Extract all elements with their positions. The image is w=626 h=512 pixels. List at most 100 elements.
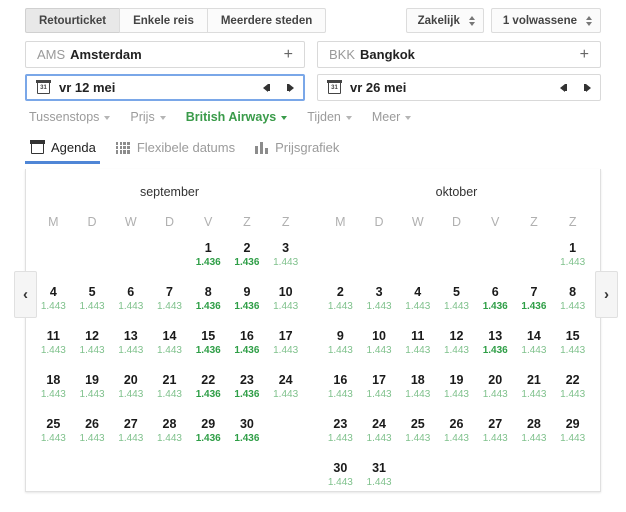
day-price: 1.443 (405, 433, 431, 444)
passengers-select[interactable]: 1 volwassene (490, 8, 601, 33)
day-cell[interactable]: 11 1.443 (398, 329, 437, 362)
day-cell[interactable]: 7 1.436 (515, 285, 554, 318)
day-cell[interactable]: 25 1.443 (34, 417, 73, 450)
day-cell[interactable]: 16 1.436 (228, 329, 267, 362)
day-cell[interactable]: 4 1.443 (34, 285, 73, 318)
day-price: 1.443 (521, 389, 547, 400)
day-cell[interactable]: 29 1.443 (553, 417, 592, 450)
day-cell[interactable]: 24 1.443 (266, 373, 305, 406)
day-cell[interactable]: 12 1.443 (73, 329, 112, 362)
day-cell[interactable]: 25 1.443 (398, 417, 437, 450)
day-cell[interactable]: 30 1.443 (321, 461, 360, 494)
day-cell[interactable]: 18 1.443 (398, 373, 437, 406)
trip-type-1-button[interactable]: Retourticket (25, 8, 120, 33)
day-cell[interactable]: 12 1.443 (437, 329, 476, 362)
day-cell[interactable]: 27 1.443 (111, 417, 150, 450)
destination-airport-field[interactable]: BKK Bangkok + (317, 41, 601, 68)
day-cell[interactable]: 8 1.443 (553, 285, 592, 318)
day-cell[interactable]: 10 1.443 (360, 329, 399, 362)
day-cell[interactable]: 3 1.443 (266, 241, 305, 274)
day-number: 18 (410, 373, 425, 387)
previous-months-button[interactable]: ‹ (14, 271, 37, 318)
day-price: 1.436 (482, 345, 508, 356)
day-cell[interactable]: 23 1.436 (228, 373, 267, 406)
filter-4[interactable]: Tijden (307, 110, 352, 124)
day-price: 1.443 (327, 301, 353, 312)
day-cell[interactable]: 23 1.443 (321, 417, 360, 450)
departure-date-next-icon[interactable] (287, 83, 294, 92)
day-cell[interactable]: 28 1.443 (515, 417, 554, 450)
day-cell[interactable]: 7 1.443 (150, 285, 189, 318)
return-date-field[interactable]: 31 vr 26 mei (317, 74, 601, 101)
add-destination-icon[interactable]: + (580, 46, 589, 63)
weekday-header: W (124, 215, 137, 229)
tab-agenda[interactable]: Agenda (25, 140, 110, 164)
day-cell[interactable]: 15 1.443 (553, 329, 592, 362)
day-cell[interactable]: 17 1.443 (360, 373, 399, 406)
day-cell[interactable]: 26 1.443 (437, 417, 476, 450)
day-cell[interactable]: 3 1.443 (360, 285, 399, 318)
day-cell[interactable]: 30 1.436 (228, 417, 267, 450)
day-cell[interactable]: 1 1.443 (553, 241, 592, 274)
day-cell[interactable]: 22 1.436 (189, 373, 228, 406)
filter-3[interactable]: British Airways (186, 110, 288, 124)
day-price: 1.443 (443, 389, 469, 400)
tab-prijsgrafiek[interactable]: Prijsgrafiek (249, 140, 353, 163)
day-cell[interactable]: 2 1.443 (321, 285, 360, 318)
day-cell[interactable]: 1 1.436 (189, 241, 228, 274)
trip-type-3-button[interactable]: Meerdere steden (206, 8, 327, 33)
day-cell[interactable]: 24 1.443 (360, 417, 399, 450)
day-cell[interactable]: 20 1.443 (476, 373, 515, 406)
day-price: 1.443 (405, 389, 431, 400)
day-cell[interactable]: 15 1.436 (189, 329, 228, 362)
tab-flexibele-datums[interactable]: Flexibele datums (110, 140, 249, 163)
day-cell[interactable]: 22 1.443 (553, 373, 592, 406)
return-date-next-icon[interactable] (584, 83, 591, 92)
day-cell[interactable]: 10 1.443 (266, 285, 305, 318)
day-cell[interactable]: 13 1.436 (476, 329, 515, 362)
day-cell[interactable]: 19 1.443 (73, 373, 112, 406)
day-cell[interactable]: 14 1.443 (515, 329, 554, 362)
day-cell[interactable]: 31 1.443 (360, 461, 399, 494)
day-number: 3 (375, 285, 383, 299)
day-cell[interactable]: 16 1.443 (321, 373, 360, 406)
day-cell[interactable]: 21 1.443 (515, 373, 554, 406)
day-cell[interactable]: 5 1.443 (73, 285, 112, 318)
day-cell[interactable]: 14 1.443 (150, 329, 189, 362)
day-cell[interactable]: 6 1.443 (111, 285, 150, 318)
day-cell[interactable]: 11 1.443 (34, 329, 73, 362)
filter-1[interactable]: Tussenstops (29, 110, 111, 124)
day-cell[interactable]: 5 1.443 (437, 285, 476, 318)
next-months-button[interactable]: › (595, 271, 618, 318)
weekday-header: M (48, 215, 59, 229)
day-cell[interactable]: 28 1.443 (150, 417, 189, 450)
return-date-prev-icon[interactable] (560, 83, 567, 92)
origin-airport-field[interactable]: AMS Amsterdam + (25, 41, 305, 68)
day-cell[interactable]: 17 1.443 (266, 329, 305, 362)
cabin-class-select[interactable]: Zakelijk (405, 8, 484, 33)
day-cell[interactable]: 13 1.443 (111, 329, 150, 362)
day-number: 2 (243, 241, 251, 255)
day-cell[interactable]: 19 1.443 (437, 373, 476, 406)
day-price: 1.443 (40, 433, 66, 444)
day-cell[interactable]: 18 1.443 (34, 373, 73, 406)
day-cell[interactable]: 29 1.436 (189, 417, 228, 450)
day-cell[interactable]: 26 1.443 (73, 417, 112, 450)
day-cell[interactable]: 8 1.436 (189, 285, 228, 318)
day-cell[interactable]: 27 1.443 (476, 417, 515, 450)
trip-type-segmented-control[interactable]: Retourticket Enkele reis Meerdere steden (25, 8, 327, 33)
departure-date-prev-icon[interactable] (263, 83, 270, 92)
filter-5[interactable]: Meer (372, 110, 412, 124)
day-cell[interactable]: 2 1.436 (228, 241, 267, 274)
filter-2[interactable]: Prijs (130, 110, 166, 124)
add-origin-icon[interactable]: + (284, 46, 293, 63)
day-cell[interactable]: 9 1.436 (228, 285, 267, 318)
day-cell[interactable]: 20 1.443 (111, 373, 150, 406)
day-cell[interactable]: 6 1.436 (476, 285, 515, 318)
day-cell[interactable]: 21 1.443 (150, 373, 189, 406)
day-cell[interactable]: 9 1.443 (321, 329, 360, 362)
trip-type-2-button[interactable]: Enkele reis (119, 8, 207, 33)
departure-date-field[interactable]: 31 vr 12 mei (25, 74, 305, 101)
day-cell[interactable]: 4 1.443 (398, 285, 437, 318)
day-number: 13 (488, 329, 503, 343)
